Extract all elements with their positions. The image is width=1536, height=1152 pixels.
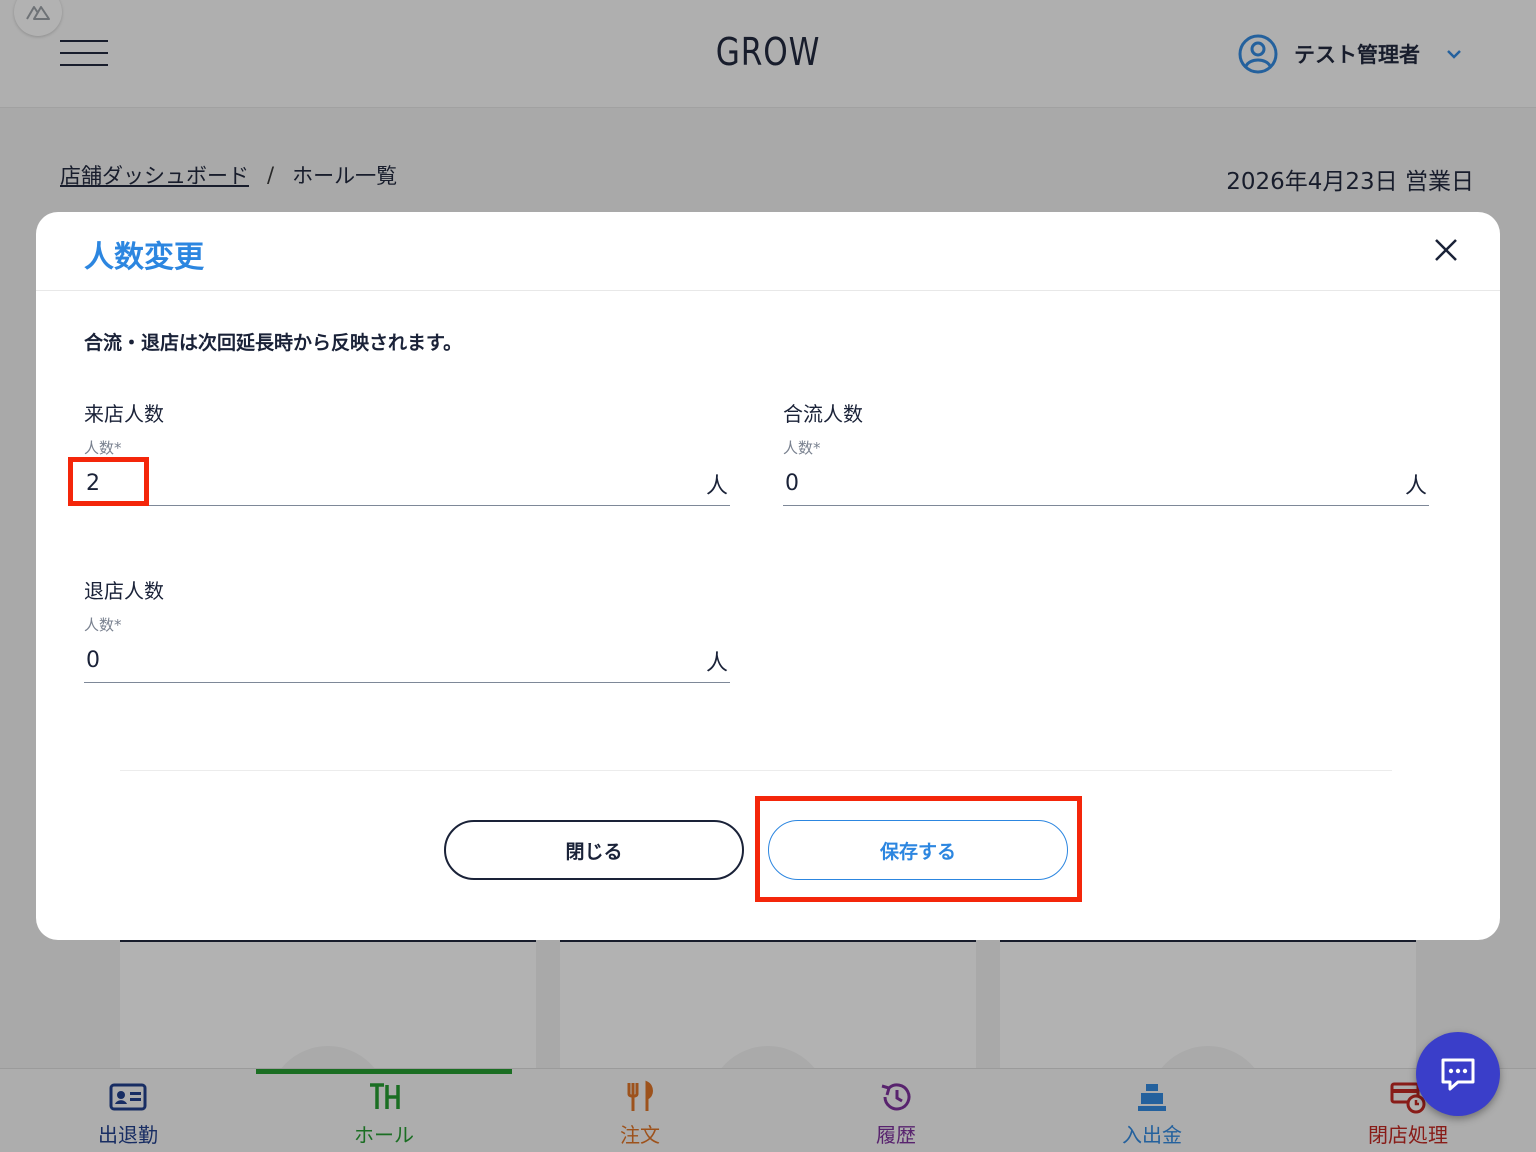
field-unit: 人 — [1404, 473, 1427, 499]
visitor-count-field: 来店人数 人数* 人 — [84, 398, 730, 506]
close-button[interactable]: 閉じる — [444, 820, 744, 880]
footer-divider — [120, 770, 1392, 771]
field-title: 来店人数 — [84, 402, 164, 426]
visitor-count-input[interactable] — [84, 471, 644, 496]
modal-title: 人数変更 — [84, 240, 204, 275]
headcount-modal: 人数変更 合流・退店は次回延長時から反映されます。 来店人数 人数* 人 合流人… — [36, 212, 1500, 940]
field-label: 人数* — [84, 439, 122, 457]
field-row: 人 — [84, 462, 730, 506]
field-label: 人数* — [84, 616, 122, 634]
modal-divider — [36, 290, 1500, 291]
chat-button[interactable] — [1416, 1032, 1500, 1116]
join-count-field: 合流人数 人数* 人 — [783, 398, 1429, 506]
close-icon[interactable] — [1432, 236, 1460, 264]
field-row: 人 — [84, 639, 730, 683]
field-row: 人 — [783, 462, 1429, 506]
field-title: 合流人数 — [783, 402, 863, 426]
field-unit: 人 — [705, 650, 728, 676]
field-title: 退店人数 — [84, 579, 164, 603]
join-count-input[interactable] — [783, 471, 1343, 496]
leave-count-input[interactable] — [84, 648, 644, 673]
leave-count-field: 退店人数 人数* 人 — [84, 575, 730, 683]
notice-text: 合流・退店は次回延長時から反映されます。 — [84, 332, 463, 354]
chat-bubble-icon — [1441, 1058, 1475, 1091]
field-label: 人数* — [783, 439, 821, 457]
save-button[interactable]: 保存する — [768, 820, 1068, 880]
field-unit: 人 — [705, 473, 728, 499]
